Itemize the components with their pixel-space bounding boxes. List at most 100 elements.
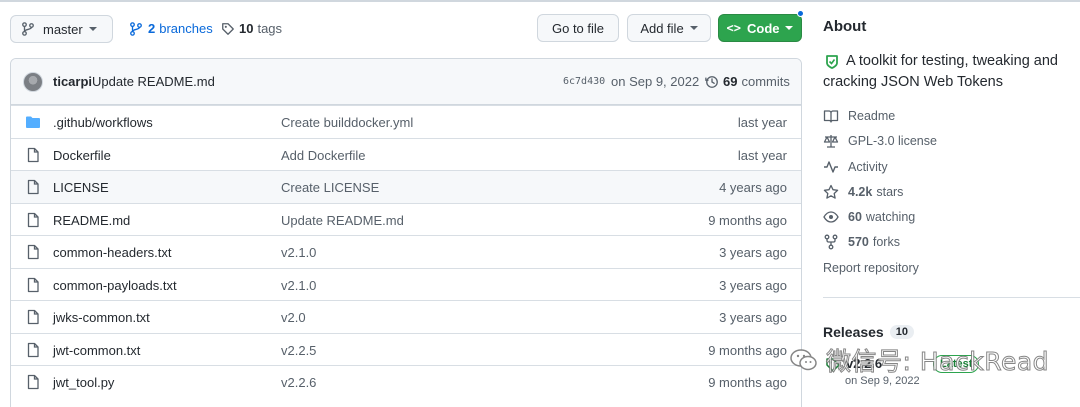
file-icon xyxy=(27,244,39,260)
pulse-icon xyxy=(824,161,838,173)
add-file-button[interactable]: Add file xyxy=(627,14,711,42)
git-branch-icon xyxy=(130,21,142,36)
file-row[interactable]: .github/workflows Create builddocker.yml… xyxy=(11,105,801,138)
chevron-down-icon xyxy=(88,27,97,31)
file-commit-message[interactable]: v2.2.6 xyxy=(281,375,316,390)
wechat-icon xyxy=(790,349,817,371)
report-repository-link[interactable]: Report repository xyxy=(823,261,919,275)
stars-count: 4.2k xyxy=(848,185,873,199)
stars-link[interactable]: 4.2k stars xyxy=(823,184,903,200)
commit-message[interactable]: Update README.md xyxy=(92,74,215,89)
releases-label: Releases xyxy=(823,324,884,340)
file-name[interactable]: jwt_tool.py xyxy=(53,375,114,390)
file-row[interactable]: README.md Update README.md 9 months ago xyxy=(11,202,801,235)
chevron-down-icon xyxy=(785,26,794,30)
file-icon xyxy=(27,147,39,162)
tag-icon xyxy=(222,22,234,35)
file-name[interactable]: jwt-common.txt xyxy=(53,343,140,358)
file-row[interactable]: jwt_tool.py v2.2.6 9 months ago xyxy=(11,365,801,398)
file-commit-message[interactable]: Create builddocker.yml xyxy=(281,115,413,130)
file-age: 9 months ago xyxy=(708,212,787,228)
activity-label: Activity xyxy=(848,160,888,174)
file-age: last year xyxy=(737,147,787,163)
commit-author[interactable]: ticarpi xyxy=(53,74,92,89)
go-to-file-label: Go to file xyxy=(551,20,605,36)
file-name[interactable]: common-payloads.txt xyxy=(53,278,177,293)
file-icon xyxy=(27,309,39,325)
file-name[interactable]: README.md xyxy=(53,213,130,228)
file-name[interactable]: LICENSE xyxy=(53,180,109,195)
about-heading: About xyxy=(823,18,867,35)
watching-link[interactable]: 60 watching xyxy=(823,209,915,225)
file-icon xyxy=(27,374,39,390)
latest-commit-bar: ticarpi Update README.md 6c7d430 on Sep … xyxy=(11,59,801,105)
branches-count: 2 xyxy=(148,21,156,36)
file-commit-message[interactable]: v2.2.5 xyxy=(281,343,316,358)
file-commit-message[interactable]: v2.1.0 xyxy=(281,278,316,293)
file-icon xyxy=(27,179,39,195)
file-commit-message[interactable]: v2.0 xyxy=(281,310,306,325)
watching-label: watching xyxy=(865,210,916,224)
file-commit-message[interactable]: Update README.md xyxy=(281,213,404,228)
commit-date[interactable]: on Sep 9, 2022 xyxy=(611,74,699,89)
file-icon xyxy=(27,342,39,357)
tags-label: tags xyxy=(257,21,283,36)
forks-link[interactable]: 570 forks xyxy=(823,234,900,250)
file-age: 3 years ago xyxy=(719,310,787,325)
file-age: 3 years ago xyxy=(719,277,787,293)
activity-link[interactable]: Activity xyxy=(823,159,888,175)
divider xyxy=(823,297,1080,298)
watching-count: 60 xyxy=(848,210,862,224)
branch-label: master xyxy=(43,21,83,37)
file-name[interactable]: .github/workflows xyxy=(53,115,153,130)
notification-dot xyxy=(797,10,804,17)
watermark-text: 微信号: HackRead xyxy=(825,347,1050,377)
branches-link[interactable]: 2 branches xyxy=(129,21,213,36)
chevron-down-icon xyxy=(689,26,698,30)
license-link[interactable]: GPL-3.0 license xyxy=(823,133,937,149)
file-row[interactable]: common-headers.txt v2.1.0 3 years ago xyxy=(11,235,801,268)
license-label: GPL-3.0 license xyxy=(848,134,937,148)
file-commit-message[interactable]: Add Dockerfile xyxy=(281,148,366,163)
file-row[interactable]: Dockerfile Add Dockerfile last year xyxy=(11,137,801,170)
git-branch-icon xyxy=(22,22,34,36)
releases-count-badge: 10 xyxy=(889,325,914,339)
file-browser: ticarpi Update README.md 6c7d430 on Sep … xyxy=(10,58,802,407)
releases-heading[interactable]: Releases 10 xyxy=(823,324,914,340)
file-row[interactable]: common-payloads.txt v2.1.0 3 years ago xyxy=(11,267,801,300)
file-icon xyxy=(27,212,39,227)
file-row[interactable]: LICENSE Create LICENSE 4 years ago xyxy=(11,170,801,203)
readme-label: Readme xyxy=(848,109,896,123)
file-commit-message[interactable]: v2.1.0 xyxy=(281,245,316,260)
file-age: 4 years ago xyxy=(719,180,787,195)
file-name[interactable]: Dockerfile xyxy=(53,148,111,163)
file-name[interactable]: jwks-common.txt xyxy=(53,310,150,325)
book-icon xyxy=(823,110,839,123)
file-icon xyxy=(27,277,39,292)
repo-forked-icon xyxy=(824,234,838,250)
commits-history-link[interactable]: 69 commits xyxy=(705,74,790,89)
file-age: 9 months ago xyxy=(708,375,787,390)
commit-sha[interactable]: 6c7d430 xyxy=(563,76,605,87)
stars-label: stars xyxy=(876,185,904,199)
file-commit-message[interactable]: Create LICENSE xyxy=(281,180,379,195)
branches-label: branches xyxy=(159,21,213,36)
watermark: 微信号: HackRead xyxy=(788,342,1049,378)
forks-label: forks xyxy=(872,235,900,249)
go-to-file-button[interactable]: Go to file xyxy=(537,14,619,42)
star-icon xyxy=(823,184,839,199)
add-file-label: Add file xyxy=(640,20,684,36)
code-button[interactable]: <> Code xyxy=(718,14,802,42)
file-row[interactable]: jwt-common.txt v2.2.5 9 months ago xyxy=(11,332,801,365)
readme-link[interactable]: Readme xyxy=(823,108,895,124)
branch-select-button[interactable]: master xyxy=(10,15,113,43)
tags-link[interactable]: 10 tags xyxy=(221,21,282,36)
file-name[interactable]: common-headers.txt xyxy=(53,245,172,260)
code-label: Code xyxy=(746,20,780,36)
file-row[interactable]: jwks-common.txt v2.0 3 years ago xyxy=(11,300,801,333)
repo-description: A toolkit for testing, tweaking and crac… xyxy=(823,53,1058,90)
avatar[interactable] xyxy=(23,72,43,92)
forks-count: 570 xyxy=(848,235,869,249)
commits-count: 69 xyxy=(723,74,738,89)
scale-icon xyxy=(823,135,839,148)
